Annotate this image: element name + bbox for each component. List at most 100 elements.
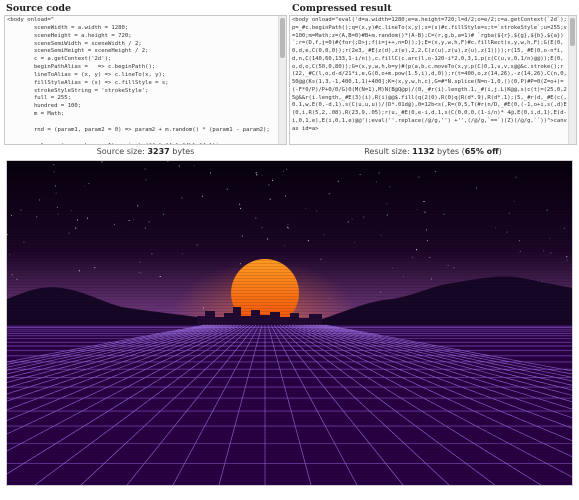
scanline (7, 422, 572, 423)
scanline (7, 182, 572, 183)
source-code-heading: Source code (6, 3, 72, 14)
star (550, 252, 552, 254)
scanline (7, 362, 572, 363)
scanline (7, 305, 572, 306)
star (380, 234, 382, 236)
scanline (7, 470, 572, 471)
scanline (7, 410, 572, 411)
star (193, 165, 195, 167)
scanline (7, 449, 572, 450)
scanline (7, 437, 572, 438)
scanline (7, 398, 572, 399)
star (286, 168, 288, 170)
demo-canvas (6, 160, 573, 486)
scanline (7, 299, 572, 300)
scanline (7, 419, 572, 420)
star (323, 234, 325, 236)
scanline (7, 254, 572, 255)
scanline (7, 452, 572, 453)
scanline (7, 335, 572, 336)
scanline (7, 413, 572, 414)
result-size-tail: ) (498, 147, 502, 156)
star (240, 207, 242, 209)
scanline (7, 164, 572, 165)
scanline (7, 170, 572, 171)
scanline (7, 482, 572, 483)
scanline (7, 416, 572, 417)
result-scrollbar[interactable] (568, 16, 576, 144)
scanline (7, 176, 572, 177)
scanline (7, 209, 572, 210)
scanline (7, 404, 572, 405)
scanline (7, 386, 572, 387)
compressed-result-heading: Compressed result (292, 3, 392, 14)
source-size-label: Source size: (96, 147, 148, 156)
star (53, 171, 55, 173)
star (416, 249, 417, 251)
compressed-result-text: <body onload="eval('d=a.width=1280;e=a.h… (292, 17, 567, 132)
scanline (7, 281, 572, 282)
scanline (7, 359, 572, 360)
source-size-status: Source size: 3237 bytes (4, 147, 287, 156)
scanline (7, 392, 572, 393)
scanline (7, 302, 572, 303)
result-scrollbar-thumb[interactable] (570, 18, 575, 46)
scanline (7, 188, 572, 189)
scanline (7, 245, 572, 246)
star (423, 201, 425, 202)
scanline (7, 347, 572, 348)
scanline (7, 476, 572, 477)
star (316, 210, 318, 212)
scanline (7, 191, 572, 192)
compressed-result-textarea[interactable]: <body onload="eval('d=a.width=1280;e=a.h… (289, 15, 577, 145)
star (392, 267, 394, 269)
star (139, 261, 141, 263)
source-size-value: 3237 (147, 147, 170, 156)
scanline (7, 461, 572, 462)
scanline (7, 167, 572, 168)
scanline (7, 389, 572, 390)
scanline (7, 329, 572, 330)
scanline (7, 341, 572, 342)
star (159, 276, 161, 277)
star (128, 220, 130, 221)
scanline (7, 221, 572, 222)
scanline (7, 407, 572, 408)
scanline (7, 290, 572, 291)
scanline (7, 458, 572, 459)
star (78, 270, 80, 272)
scanline (7, 374, 572, 375)
star (453, 267, 455, 269)
scanline (7, 284, 572, 285)
scanline (7, 260, 572, 261)
star (77, 219, 78, 221)
scanline (7, 332, 572, 333)
star (447, 265, 449, 266)
star (426, 240, 428, 242)
scanline (7, 467, 572, 468)
star (144, 168, 146, 170)
star (506, 231, 508, 233)
scanline (7, 275, 572, 276)
source-scrollbar-thumb[interactable] (280, 18, 285, 58)
scanline (7, 464, 572, 465)
scanline (7, 473, 572, 474)
scanline (7, 212, 572, 213)
scanline (7, 269, 572, 270)
scanline (7, 200, 572, 201)
star (178, 165, 180, 167)
scanline (7, 344, 572, 345)
result-size-label: Result size: (364, 147, 413, 156)
scanline (7, 185, 572, 186)
star (94, 267, 96, 269)
scanline (7, 194, 572, 195)
star (163, 213, 164, 215)
source-scrollbar[interactable] (278, 16, 286, 144)
source-code-textarea[interactable]: <body onload=" sceneWidth = a.width = 12… (4, 15, 287, 145)
scanline (7, 203, 572, 204)
scanline (7, 215, 572, 216)
scanline (7, 161, 572, 162)
result-savings: 65% off (464, 147, 499, 156)
result-size-unit: bytes ( (434, 147, 465, 156)
star (476, 186, 478, 188)
